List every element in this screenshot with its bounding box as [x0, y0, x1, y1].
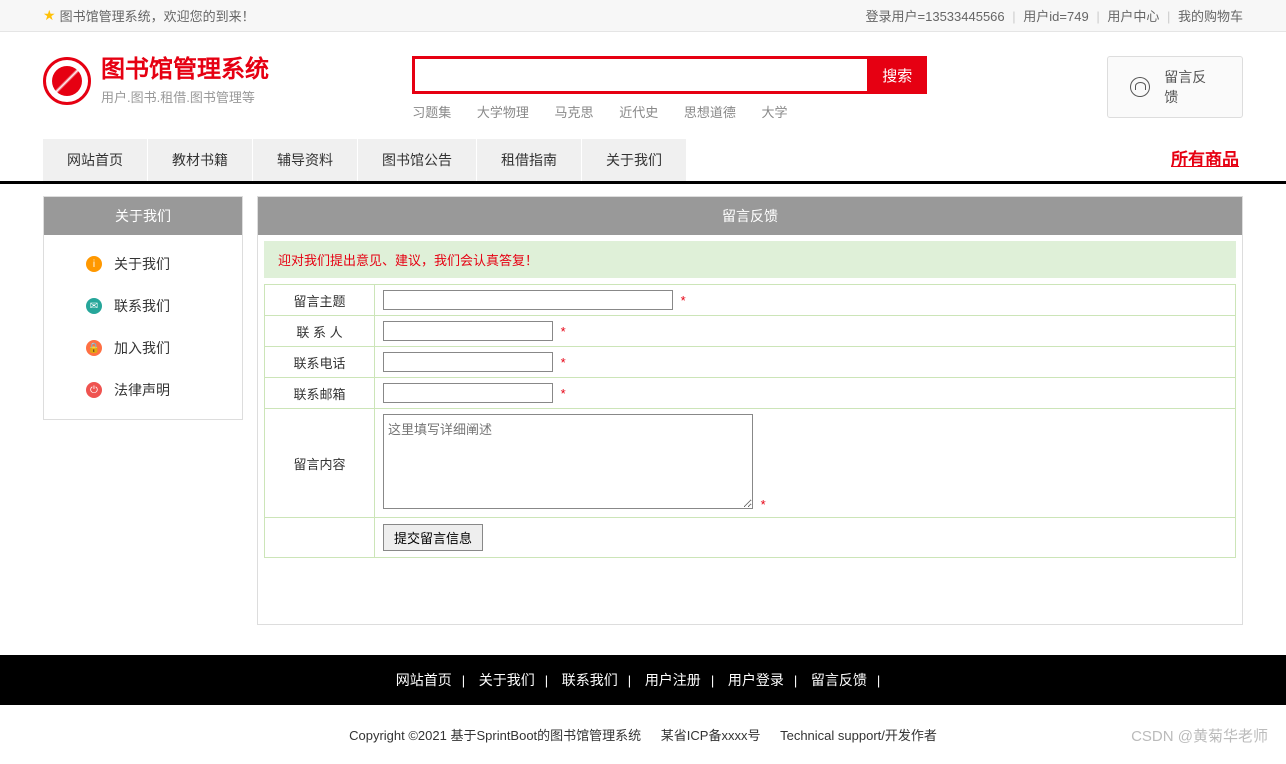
footer-link-about[interactable]: 关于我们 — [479, 672, 535, 688]
search-input[interactable] — [412, 56, 867, 94]
search-area: 搜索 习题集 大学物理 马克思 近代史 思想道德 大学 — [412, 56, 927, 121]
footer-link-feedback[interactable]: 留言反馈 — [811, 672, 867, 688]
content: 留言反馈 迎对我们提出意见、建议，我们会认真答复！ 留言主题 * 联 系 人 *… — [257, 196, 1243, 625]
mail-icon: ✉ — [86, 298, 102, 314]
label-body: 留言内容 — [265, 409, 375, 518]
nav-textbooks[interactable]: 教材书籍 — [148, 139, 253, 181]
footer-copyright: Copyright ©2021 基于SprintBoot的图书馆管理系统 某省I… — [0, 705, 1286, 764]
required-mark: * — [561, 355, 566, 370]
logo-subtitle: 用户.图书.租借.图书管理等 — [101, 87, 269, 106]
nav: 网站首页 教材书籍 辅导资料 图书馆公告 租借指南 关于我们 所有商品 — [0, 139, 1286, 184]
sidebar-item-label: 关于我们 — [114, 254, 170, 274]
hot-words: 习题集 大学物理 马克思 近代史 思想道德 大学 — [412, 102, 927, 121]
my-cart-link[interactable]: 我的购物车 — [1178, 9, 1243, 24]
input-phone[interactable] — [383, 352, 553, 372]
logo-icon — [43, 57, 91, 105]
logo-title: 图书馆管理系统 — [101, 56, 269, 85]
tip-banner: 迎对我们提出意见、建议，我们会认真答复！ — [264, 241, 1236, 278]
logo-area: 图书馆管理系统 用户.图书.租借.图书管理等 — [43, 56, 412, 106]
sidebar-item-about[interactable]: i 关于我们 — [44, 243, 242, 285]
sidebar-item-legal[interactable]: ⏻ 法律声明 — [44, 369, 242, 411]
hot-word[interactable]: 大学物理 — [477, 105, 529, 120]
footer-nav: 网站首页| 关于我们| 联系我们| 用户注册| 用户登录| 留言反馈| — [0, 655, 1286, 705]
sidebar-item-label: 加入我们 — [114, 338, 170, 358]
userid-label: 用户id=749 — [1023, 9, 1088, 24]
feedback-button[interactable]: 留言反馈 — [1107, 56, 1243, 118]
hot-word[interactable]: 大学 — [761, 105, 787, 120]
label-subject: 留言主题 — [265, 285, 375, 316]
required-mark: * — [761, 497, 766, 512]
search-button[interactable]: 搜索 — [867, 56, 927, 94]
submit-button[interactable]: 提交留言信息 — [383, 524, 483, 551]
footer-link-home[interactable]: 网站首页 — [396, 672, 452, 688]
lock-icon: 🔒 — [86, 340, 102, 356]
icp-text: 某省ICP备xxxx号 — [661, 728, 761, 743]
header: 图书馆管理系统 用户.图书.租借.图书管理等 搜索 习题集 大学物理 马克思 近… — [43, 32, 1243, 131]
info-icon: i — [86, 256, 102, 272]
input-body[interactable] — [383, 414, 753, 509]
input-email[interactable] — [383, 383, 553, 403]
sidebar-item-label: 法律声明 — [114, 380, 170, 400]
welcome-text: 图书馆管理系统，欢迎您的到来！ — [60, 6, 255, 25]
nav-all-products[interactable]: 所有商品 — [1171, 139, 1243, 181]
sidebar-item-join[interactable]: 🔒 加入我们 — [44, 327, 242, 369]
tech-text: Technical support/开发作者 — [780, 728, 937, 743]
footer-link-register[interactable]: 用户注册 — [645, 672, 701, 688]
hot-word[interactable]: 近代史 — [619, 105, 658, 120]
nav-about[interactable]: 关于我们 — [582, 139, 687, 181]
content-header: 留言反馈 — [258, 197, 1242, 235]
feedback-form: 留言主题 * 联 系 人 * 联系电话 * — [264, 284, 1236, 558]
star-icon: ★ — [43, 7, 56, 24]
input-subject[interactable] — [383, 290, 673, 310]
nav-guidance[interactable]: 辅导资料 — [253, 139, 358, 181]
nav-rent-guide[interactable]: 租借指南 — [477, 139, 582, 181]
required-mark: * — [561, 324, 566, 339]
login-user-label: 登录用户=13533445566 — [866, 9, 1005, 24]
user-center-link[interactable]: 用户中心 — [1107, 9, 1159, 24]
sidebar-item-contact[interactable]: ✉ 联系我们 — [44, 285, 242, 327]
sidebar-item-label: 联系我们 — [114, 296, 170, 316]
copyright-text: Copyright ©2021 基于SprintBoot的图书馆管理系统 — [349, 728, 641, 743]
label-contact: 联 系 人 — [265, 316, 375, 347]
footer-link-contact[interactable]: 联系我们 — [562, 672, 618, 688]
hot-word[interactable]: 习题集 — [412, 105, 451, 120]
power-icon: ⏻ — [86, 382, 102, 398]
feedback-button-label: 留言反馈 — [1164, 67, 1220, 107]
topbar-welcome: ★ 图书馆管理系统，欢迎您的到来！ — [43, 6, 255, 25]
input-contact[interactable] — [383, 321, 553, 341]
sidebar-header: 关于我们 — [44, 197, 242, 235]
sidebar: 关于我们 i 关于我们 ✉ 联系我们 🔒 加入我们 ⏻ 法律声明 — [43, 196, 243, 420]
nav-notice[interactable]: 图书馆公告 — [358, 139, 477, 181]
topbar-right: 登录用户=13533445566 | 用户id=749 | 用户中心 | 我的购… — [866, 6, 1243, 25]
main: 关于我们 i 关于我们 ✉ 联系我们 🔒 加入我们 ⏻ 法律声明 留言反馈 迎对… — [43, 196, 1243, 625]
nav-home[interactable]: 网站首页 — [43, 139, 148, 181]
footer-link-login[interactable]: 用户登录 — [728, 672, 784, 688]
topbar: ★ 图书馆管理系统，欢迎您的到来！ 登录用户=13533445566 | 用户i… — [0, 0, 1286, 32]
label-email: 联系邮箱 — [265, 378, 375, 409]
required-mark: * — [561, 386, 566, 401]
label-phone: 联系电话 — [265, 347, 375, 378]
required-mark: * — [681, 293, 686, 308]
hot-word[interactable]: 思想道德 — [684, 105, 736, 120]
hot-word[interactable]: 马克思 — [555, 105, 594, 120]
footer: 网站首页| 关于我们| 联系我们| 用户注册| 用户登录| 留言反馈| Copy… — [0, 655, 1286, 764]
support-icon — [1130, 77, 1150, 97]
